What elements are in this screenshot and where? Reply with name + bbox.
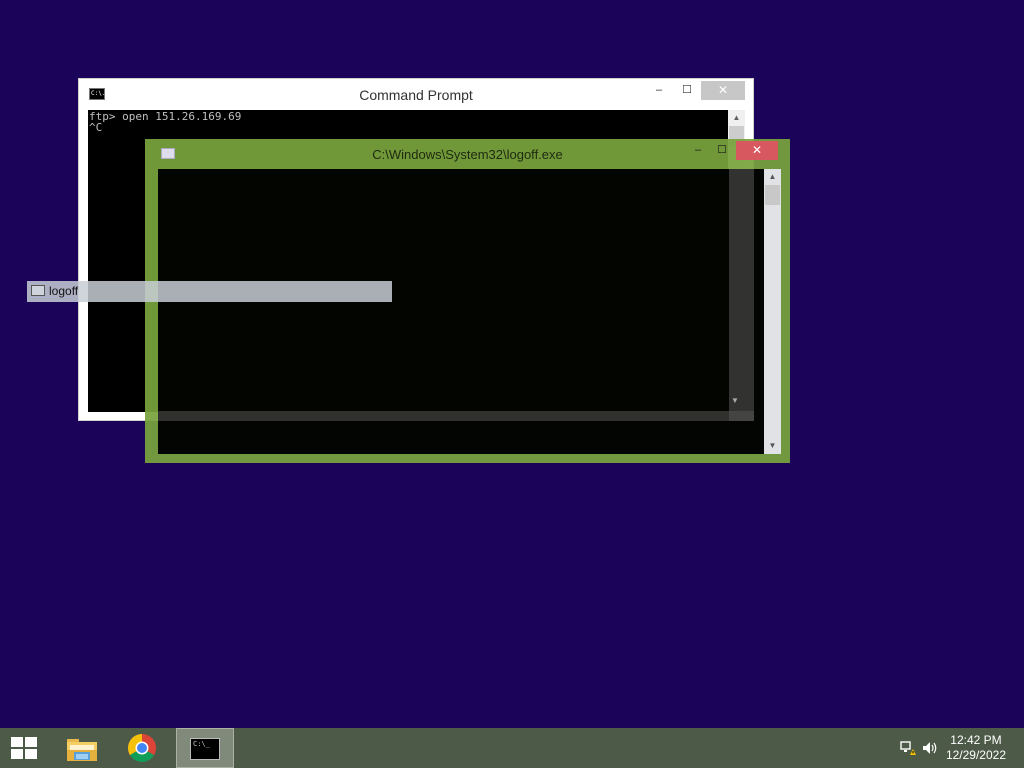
maximize-button[interactable]: ☐ xyxy=(708,141,736,160)
scroll-up-arrow-icon[interactable]: ▲ xyxy=(728,110,745,126)
clock[interactable]: 12:42 PM 12/29/2022 xyxy=(946,733,1006,763)
chrome-icon xyxy=(128,734,156,762)
scroll-down-arrow-icon[interactable]: ▼ xyxy=(764,438,781,454)
scroll-up-arrow-icon[interactable]: ▲ xyxy=(764,169,781,185)
start-button[interactable] xyxy=(0,728,48,768)
desktop[interactable]: C:\. Command Prompt – ☐ ✕ ftp> open 151.… xyxy=(0,0,1024,728)
taskbar-chrome[interactable] xyxy=(115,728,171,768)
scrollbar-thumb[interactable] xyxy=(765,185,780,205)
command-prompt-titlebar[interactable]: C:\. Command Prompt – ☐ ✕ xyxy=(79,79,753,110)
console-line: ftp> open 151.26.169.69 xyxy=(89,110,242,123)
underlying-window-edge xyxy=(158,411,754,421)
peek-label-text: logoff xyxy=(49,284,79,298)
scroll-down-arrow-icon: ▼ xyxy=(731,396,739,405)
window-peek-label[interactable]: logoff xyxy=(27,281,392,302)
clock-time: 12:42 PM xyxy=(950,733,1002,747)
vertical-scrollbar[interactable]: ▲ ▼ xyxy=(764,169,781,454)
system-tray: 12:42 PM 12/29/2022 xyxy=(884,728,1024,768)
underlying-window-edge xyxy=(729,169,754,421)
logoff-titlebar[interactable]: C:\Windows\System32\logoff.exe – ☐ ✕ xyxy=(145,139,790,169)
clock-date: 12/29/2022 xyxy=(945,748,1006,762)
maximize-button[interactable]: ☐ xyxy=(672,81,702,100)
volume-icon[interactable] xyxy=(922,740,938,756)
network-warning-icon[interactable] xyxy=(900,740,916,756)
console-line: ^C xyxy=(89,121,103,134)
cmd-icon: C:\_ xyxy=(190,738,220,760)
close-button[interactable]: ✕ xyxy=(701,81,745,100)
minimize-button[interactable]: – xyxy=(644,81,674,100)
folder-icon xyxy=(67,739,97,761)
windows-logo-icon xyxy=(11,737,37,760)
taskbar: C:\_ 12:42 PM 12/29/2022 xyxy=(0,728,1024,768)
console-window-icon xyxy=(31,285,45,296)
close-button[interactable]: ✕ xyxy=(736,141,778,160)
taskbar-command-prompt[interactable]: C:\_ xyxy=(176,728,234,768)
taskbar-file-explorer[interactable] xyxy=(53,728,109,768)
